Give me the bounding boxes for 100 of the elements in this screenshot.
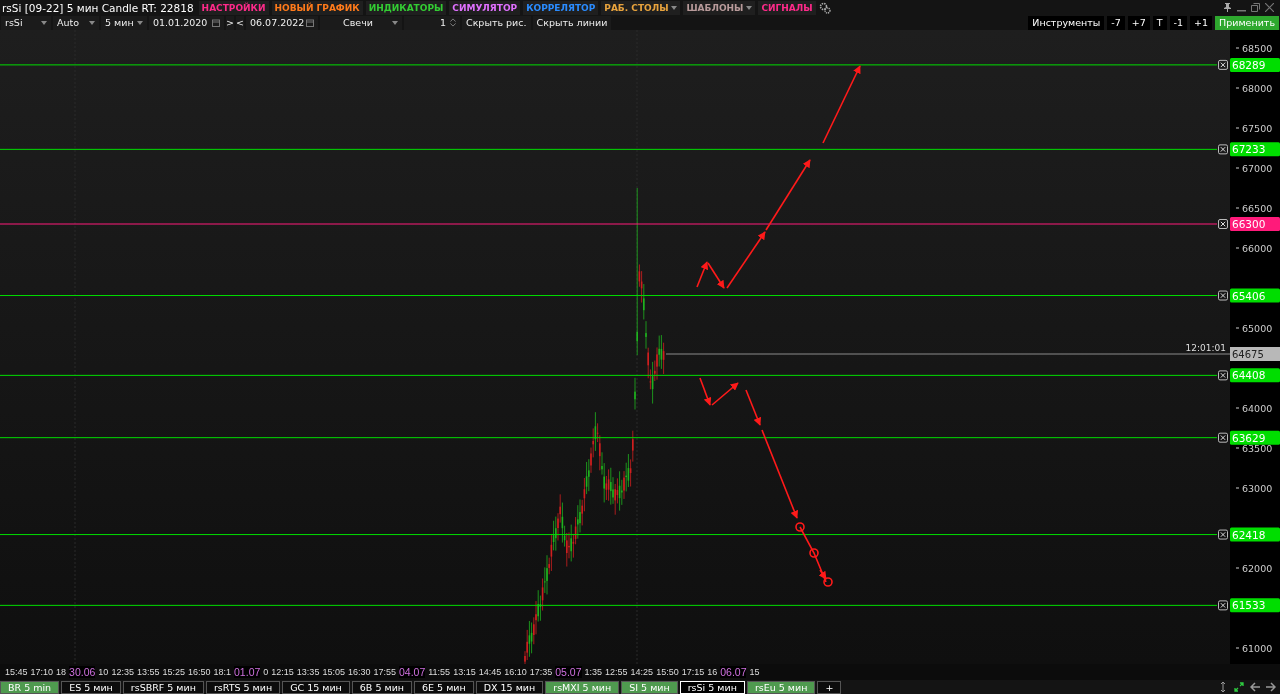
- price-label: 67233: [1230, 142, 1280, 157]
- chart-tab[interactable]: DX 15 мин: [475, 680, 544, 694]
- previous-button[interactable]: <: [236, 15, 244, 30]
- price-tick: 63000: [1235, 482, 1273, 494]
- tool-button[interactable]: +1: [1190, 15, 1213, 30]
- time-label: 16: [707, 667, 718, 677]
- date-label: 05.07: [555, 666, 582, 678]
- hide-drawings-button[interactable]: Скрыть рис.: [462, 15, 531, 30]
- close-icon[interactable]: [1218, 600, 1228, 611]
- tool-button[interactable]: Инструменты: [1028, 15, 1105, 30]
- price-tick: 68500: [1235, 42, 1273, 54]
- time-label: 10: [98, 667, 109, 677]
- close-icon[interactable]: [1218, 432, 1228, 443]
- left-arrow-icon[interactable]: [1250, 682, 1260, 692]
- level-line[interactable]: [0, 534, 1218, 536]
- price-tick: 67000: [1235, 162, 1273, 174]
- window-title: rsSi [09-22] 5 мин Candle RT: 22818: [2, 1, 194, 14]
- time-label: 13:35: [296, 667, 320, 677]
- current-time: 12:01:01: [1185, 343, 1226, 353]
- date-label: 01.07: [234, 666, 261, 678]
- time-label: 15: [749, 667, 760, 677]
- menu-item[interactable]: НОВЫЙ ГРАФИК: [271, 0, 363, 15]
- close-icon[interactable]: [1218, 529, 1228, 540]
- tool-button[interactable]: T: [1152, 15, 1167, 30]
- time-label: 17:15: [681, 667, 705, 677]
- vertical-arrows-icon[interactable]: [1218, 682, 1228, 692]
- time-label: 17:55: [373, 667, 396, 677]
- price-tick: 65000: [1235, 322, 1273, 334]
- chart-tab[interactable]: ES 5 мин: [61, 680, 121, 694]
- close-icon[interactable]: [1218, 59, 1228, 70]
- menu-item[interactable]: СИМУЛЯТОР: [449, 0, 521, 15]
- close-icon[interactable]: [1218, 219, 1228, 229]
- expand-icon[interactable]: [1234, 682, 1244, 692]
- caret-icon: [41, 20, 47, 25]
- level-line[interactable]: [0, 374, 1218, 376]
- price-label: 66300: [1230, 217, 1280, 231]
- timeframe-dropdown[interactable]: 5 мин: [101, 15, 147, 30]
- level-line[interactable]: [0, 148, 1218, 150]
- time-label: 17:10: [30, 667, 54, 677]
- chart-type-dropdown[interactable]: Свечи: [320, 15, 402, 30]
- close-icon[interactable]: [1218, 144, 1228, 155]
- menu-item[interactable]: СИГНАЛЫ: [758, 0, 816, 15]
- count-spinner[interactable]: 1: [404, 15, 460, 30]
- settings-icon[interactable]: [818, 1, 831, 14]
- pin-icon[interactable]: [1223, 3, 1232, 12]
- next-button[interactable]: >: [226, 15, 234, 30]
- chart-tab[interactable]: rsRTS 5 мин: [205, 680, 281, 694]
- chart-tab[interactable]: 6B 5 мин: [351, 680, 413, 694]
- date-field[interactable]: 06.07.2022: [246, 15, 318, 30]
- close-icon[interactable]: [1218, 290, 1228, 301]
- hide-lines-button[interactable]: Скрыть линии: [532, 15, 612, 30]
- level-line[interactable]: [0, 604, 1218, 606]
- symbol-dropdown[interactable]: rsSi: [1, 15, 51, 30]
- caret-icon: [746, 5, 753, 10]
- time-label: 15:45: [5, 667, 28, 677]
- caret-icon: [392, 20, 398, 25]
- restore-icon[interactable]: [1251, 3, 1260, 12]
- price-tick: 67500: [1235, 122, 1273, 134]
- menu-item[interactable]: НАСТРОЙКИ: [198, 0, 269, 15]
- price-tick: 64000: [1235, 402, 1273, 414]
- time-label: 12:55: [605, 667, 628, 677]
- current-price-label: 64675: [1230, 347, 1280, 361]
- time-label: 12:35: [111, 667, 134, 677]
- caret-icon: [671, 5, 678, 10]
- time-label: 11:55: [428, 667, 451, 677]
- menu-item[interactable]: ШАБЛОНЫ: [683, 0, 756, 15]
- price-tick: 61000: [1235, 642, 1273, 654]
- time-label: 12:15: [271, 667, 294, 677]
- time-label: 14:25: [630, 667, 654, 677]
- chart-tab[interactable]: 6E 5 мин: [414, 680, 474, 694]
- chart-tab[interactable]: rsSi 5 мин: [679, 680, 745, 694]
- add-tab-button[interactable]: +: [817, 680, 842, 694]
- tool-button[interactable]: -7: [1107, 15, 1125, 30]
- time-label: 14:45: [478, 667, 502, 677]
- menu-item[interactable]: ИНДИКАТОРЫ: [365, 0, 447, 15]
- time-label: 15:50: [656, 667, 679, 677]
- scale-dropdown[interactable]: Auto: [53, 15, 99, 30]
- time-label: 13:15: [453, 667, 476, 677]
- chart-tab[interactable]: rsSBRF 5 мин: [122, 680, 204, 694]
- time-label: 0: [263, 667, 269, 677]
- time-label: 18: [56, 667, 67, 677]
- chart-tab[interactable]: GC 15 мин: [282, 680, 350, 694]
- price-tick: 63500: [1235, 442, 1273, 454]
- tool-button[interactable]: +7: [1127, 15, 1150, 30]
- close-icon[interactable]: [1218, 370, 1228, 381]
- date-field[interactable]: 01.01.2020: [149, 15, 224, 30]
- calendar-icon: [212, 18, 220, 27]
- menu-item[interactable]: КОРРЕЛЯТОР: [523, 0, 599, 15]
- spinner-arrows-icon: [450, 18, 456, 27]
- time-label: 18:1: [213, 667, 232, 677]
- date-label: 06.07: [720, 666, 747, 678]
- right-arrow-icon[interactable]: [1266, 682, 1276, 692]
- time-label: 16:30: [347, 667, 371, 677]
- time-label: 16:50: [187, 667, 211, 677]
- time-label: 17:35: [529, 667, 553, 677]
- tool-button[interactable]: -1: [1169, 15, 1188, 30]
- price-tick: 62000: [1235, 562, 1273, 574]
- menu-item[interactable]: РАБ. СТОЛЫ: [601, 0, 681, 15]
- caret-icon: [137, 20, 143, 25]
- level-line[interactable]: [0, 437, 1218, 439]
